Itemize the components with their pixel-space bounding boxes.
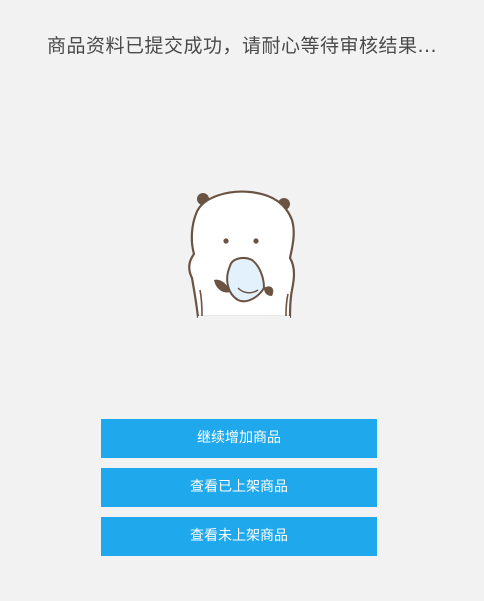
view-listed-products-button[interactable]: 查看已上架商品 <box>101 468 377 507</box>
submission-status-message: 商品资料已提交成功，请耐心等待审核结果... <box>46 35 438 57</box>
add-more-products-button[interactable]: 继续增加商品 <box>101 419 377 458</box>
view-unlisted-products-button[interactable]: 查看未上架商品 <box>101 517 377 556</box>
bear-mascot-icon <box>186 190 298 319</box>
